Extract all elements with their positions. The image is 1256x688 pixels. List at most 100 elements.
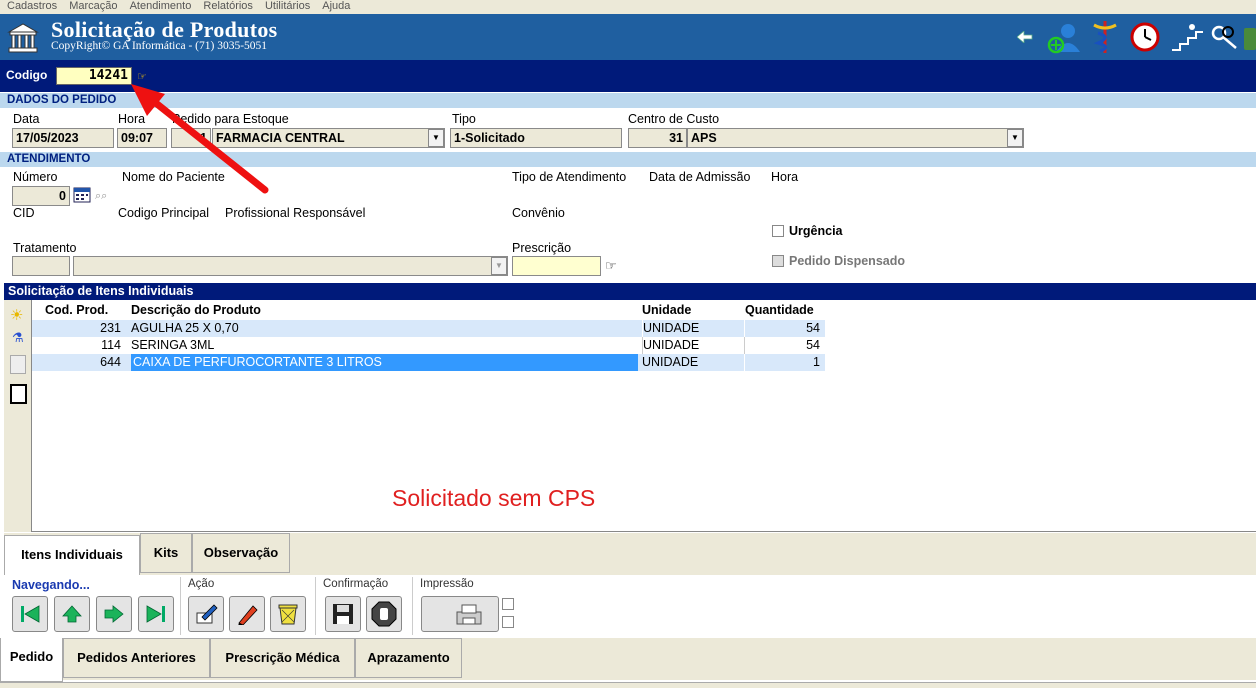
codigo-input[interactable]: 14241 — [56, 67, 132, 85]
up-arrow-icon — [62, 605, 82, 623]
codigo-principal-label: Codigo Principal — [118, 206, 210, 220]
data-label: Data — [13, 112, 40, 126]
tipo-label: Tipo — [452, 112, 476, 126]
tipo-field[interactable]: 1-Solicitado — [450, 128, 622, 148]
last-record-button[interactable] — [138, 596, 174, 632]
keys-icon[interactable] — [1210, 22, 1240, 52]
table-row[interactable]: 114 SERINGA 3ML UNIDADE 54 — [32, 337, 825, 354]
back-arrow-icon[interactable] — [1016, 30, 1033, 44]
divider — [315, 577, 316, 635]
col-qtd-header[interactable]: Quantidade — [745, 302, 814, 318]
flask-icon[interactable]: ⚗ — [12, 330, 24, 346]
row-qtd: 1 — [744, 354, 823, 371]
paste-icon[interactable] — [10, 384, 27, 404]
stop-hand-icon — [371, 601, 397, 627]
status-bar — [0, 682, 1256, 688]
tab-itens-individuais[interactable]: Itens Individuais — [4, 535, 140, 575]
clock-icon[interactable] — [1130, 22, 1160, 52]
convenio-label: Convênio — [512, 206, 565, 220]
edit-pencil-icon — [238, 605, 258, 625]
row-unidade: UNIDADE — [642, 355, 699, 369]
calendar-icon[interactable] — [73, 187, 91, 203]
table-row[interactable]: 231 AGULHA 25 X 0,70 UNIDADE 54 — [32, 320, 825, 337]
estoque-dropdown-button[interactable]: ▼ — [428, 129, 444, 147]
new-sun-icon[interactable]: ☀ — [10, 306, 23, 324]
tab-observacao[interactable]: Observação — [192, 533, 290, 573]
floppy-icon — [333, 604, 353, 624]
tab-pedido[interactable]: Pedido — [0, 638, 63, 682]
prescricao-hand-icon[interactable]: ☞ — [605, 258, 617, 274]
acao-label: Ação — [188, 578, 215, 590]
menu-cadastros[interactable]: Cadastros — [7, 0, 57, 12]
exit-stairs-icon[interactable] — [1170, 22, 1204, 52]
annotation-arrow — [131, 84, 269, 194]
last-arrow-icon — [146, 605, 165, 623]
menu-marcacao[interactable]: Marcação — [69, 0, 117, 12]
data-admissao-label: Data de Admissão — [649, 170, 751, 184]
row-cod: 644 — [100, 355, 121, 369]
tratamento-label: Tratamento — [13, 241, 77, 255]
menu-bar: Cadastros Marcação Atendimento Relatório… — [0, 0, 1256, 14]
divider — [180, 577, 181, 635]
page-subtitle: CopyRight© GA Informática - (71) 3035-50… — [51, 40, 268, 52]
cancel-button[interactable] — [366, 596, 402, 632]
centro-code-field[interactable]: 31 — [628, 128, 687, 148]
centro-dropdown-button[interactable]: ▼ — [1007, 129, 1023, 147]
new-pencil-icon — [196, 604, 218, 624]
add-user-icon[interactable] — [1046, 20, 1080, 54]
numero-field[interactable]: 0 — [12, 186, 70, 206]
data-field[interactable]: 17/05/2023 — [12, 128, 114, 148]
clipboard-icon[interactable] — [10, 355, 26, 374]
centro-select[interactable]: APS — [687, 128, 1024, 148]
centro-select-value: APS — [691, 131, 717, 145]
tratamento-code-field[interactable] — [12, 256, 70, 276]
prescricao-label: Prescrição — [512, 241, 572, 255]
edit-button[interactable] — [229, 596, 265, 632]
building-logo-icon — [7, 22, 39, 54]
centro-custo-label: Centro de Custo — [628, 112, 720, 126]
caduceus-icon[interactable] — [1090, 19, 1120, 55]
col-unidade-header[interactable]: Unidade — [642, 302, 691, 318]
calculator-icon[interactable] — [1244, 26, 1256, 52]
menu-atendimento[interactable]: Atendimento — [130, 0, 192, 12]
urgencia-label: Urgência — [789, 224, 843, 238]
delete-button[interactable] — [270, 596, 306, 632]
col-desc-header[interactable]: Descrição do Produto — [131, 302, 261, 318]
grid-side-toolbar: ☀ ⚗ — [4, 300, 32, 532]
urgencia-checkbox[interactable] — [772, 225, 784, 237]
previous-record-button[interactable] — [54, 596, 90, 632]
print-option-1-checkbox[interactable] — [502, 598, 514, 610]
navegando-label: Navegando... — [12, 578, 90, 592]
new-button[interactable] — [188, 596, 224, 632]
tab-aprazamento[interactable]: Aprazamento — [355, 638, 462, 678]
menu-relatorios[interactable]: Relatórios — [203, 0, 253, 12]
menu-ajuda[interactable]: Ajuda — [322, 0, 350, 12]
row-desc-selected: CAIXA DE PERFUROCORTANTE 3 LITROS — [131, 354, 638, 371]
first-record-button[interactable] — [12, 596, 48, 632]
tratamento-dropdown-button[interactable]: ▼ — [491, 257, 507, 275]
tab-prescricao-medica[interactable]: Prescrição Médica — [210, 638, 355, 678]
col-cod-header[interactable]: Cod. Prod. — [45, 302, 108, 318]
codigo-label: Codigo — [6, 68, 48, 82]
tab-pedidos-anteriores[interactable]: Pedidos Anteriores — [63, 638, 210, 678]
save-button[interactable] — [325, 596, 361, 632]
tab-kits[interactable]: Kits — [140, 533, 192, 573]
annotation-text: Solicitado sem CPS — [392, 485, 596, 511]
table-row-selected[interactable]: 644 CAIXA DE PERFUROCORTANTE 3 LITROS UN… — [32, 354, 825, 371]
row-cod: 114 — [101, 338, 121, 352]
tratamento-select[interactable] — [73, 256, 508, 276]
grid-title: Solicitação de Itens Individuais — [4, 283, 1256, 300]
print-button[interactable] — [421, 596, 499, 632]
row-qtd: 54 — [744, 337, 823, 354]
cid-label: CID — [13, 206, 35, 220]
print-option-2-checkbox[interactable] — [502, 616, 514, 628]
prescricao-field[interactable] — [512, 256, 601, 276]
first-arrow-icon — [21, 605, 40, 623]
next-record-button[interactable] — [96, 596, 132, 632]
binoculars-icon[interactable]: ⌕⌕ — [95, 190, 113, 202]
printer-icon — [456, 604, 482, 625]
row-unidade: UNIDADE — [642, 337, 744, 354]
menu-utilitarios[interactable]: Utilitários — [265, 0, 310, 12]
divider — [412, 577, 413, 635]
dispensado-label: Pedido Dispensado — [789, 254, 905, 268]
